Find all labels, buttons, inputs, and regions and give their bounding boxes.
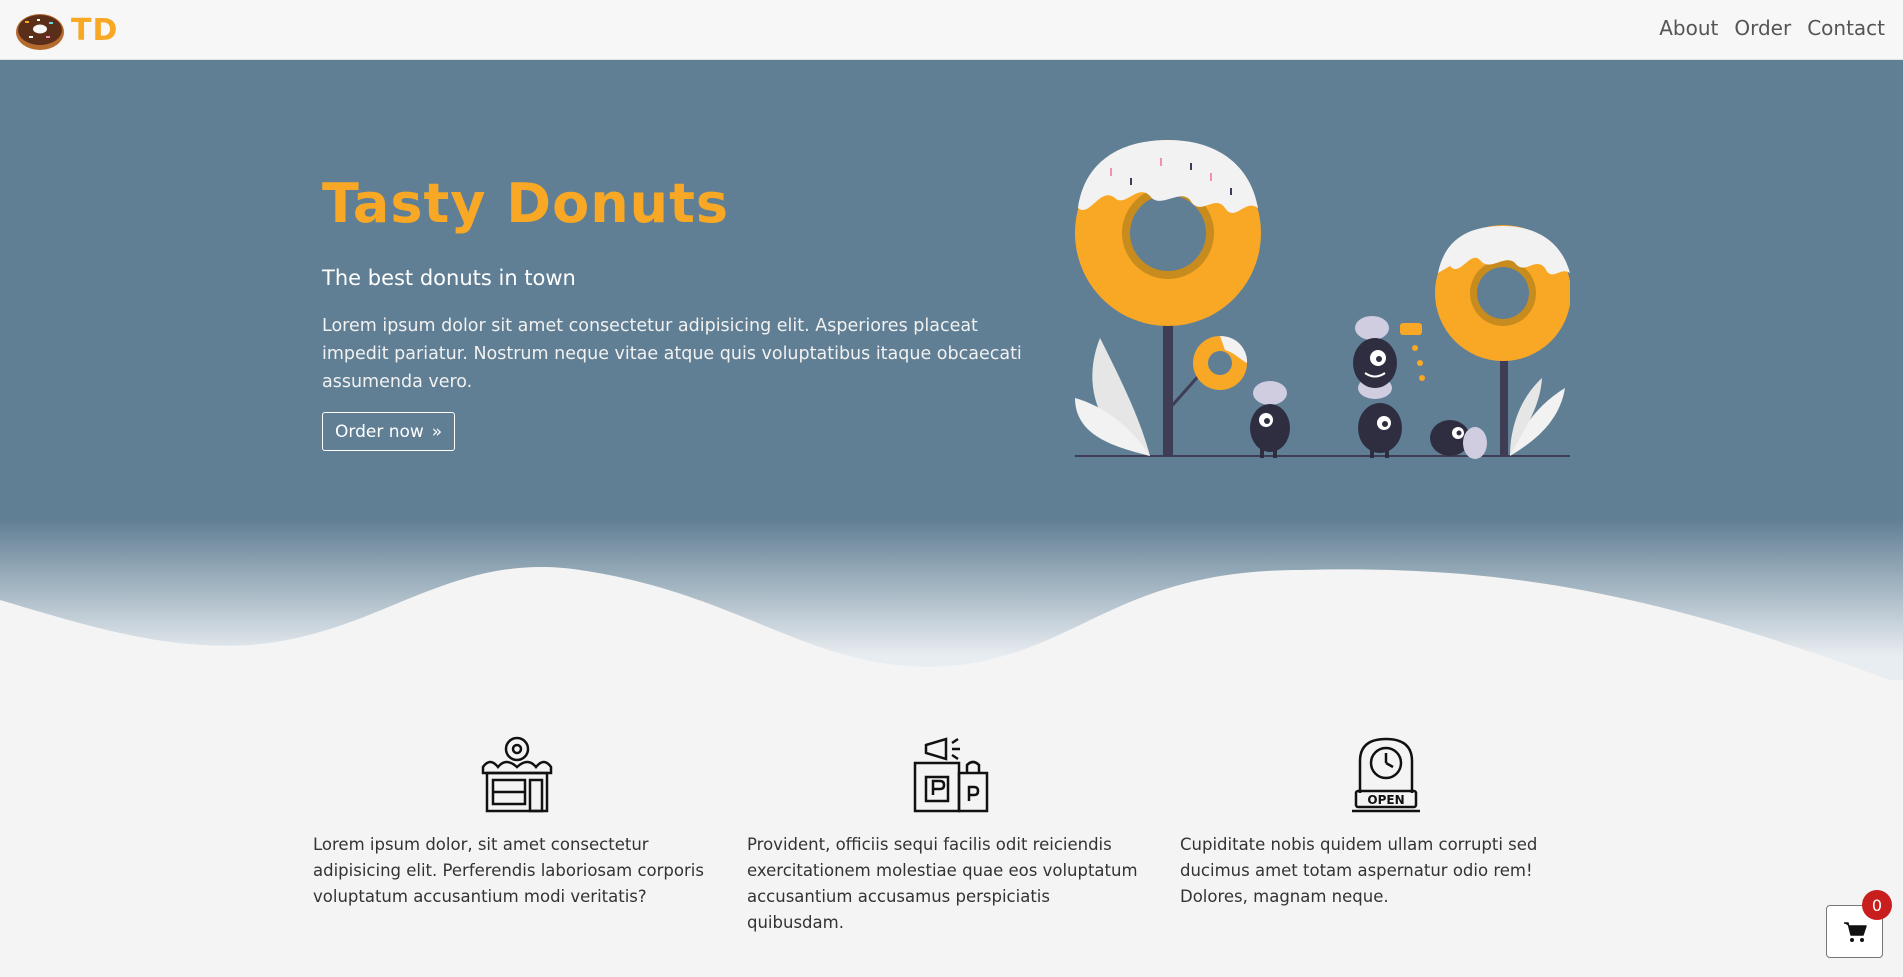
navbar: TD About Order Contact [0,0,1903,60]
feature-text: Lorem ipsum dolor, sit amet consectetur … [313,835,704,906]
order-now-label: Order now [335,421,424,442]
wave-divider [0,520,1903,720]
cart-count-badge: 0 [1862,890,1892,920]
brand-logo-link[interactable]: TD [15,9,118,51]
hero-title: Tasty Donuts [322,172,730,235]
parking-shopping-icon [913,737,989,813]
nav-link-about[interactable]: About [1659,16,1718,40]
hero-subtitle: The best donuts in town [322,266,576,290]
hero-text: Lorem ipsum dolor sit amet consectetur a… [322,316,1022,392]
nav-link-contact[interactable]: Contact [1807,16,1885,40]
donut-logo-icon [16,14,64,50]
donut-monsters-illustration [1075,140,1570,459]
donut-shop-icon [481,736,553,813]
order-now-button[interactable]: Order now » [322,412,456,451]
open-sign-clock-icon: OPEN [1352,737,1420,813]
shopping-cart-icon [1843,921,1867,942]
feature-text: Provident, officiis sequi facilis odit r… [747,835,1138,932]
svg-text:OPEN: OPEN [1367,793,1404,807]
feature-text: Cupiditate nobis quidem ullam corrupti s… [1180,835,1538,906]
nav-links: About Order Contact [1659,16,1885,40]
double-chevron-right-icon: » [431,421,443,442]
nav-link-order[interactable]: Order [1734,16,1791,40]
brand-text: TD [71,12,119,48]
